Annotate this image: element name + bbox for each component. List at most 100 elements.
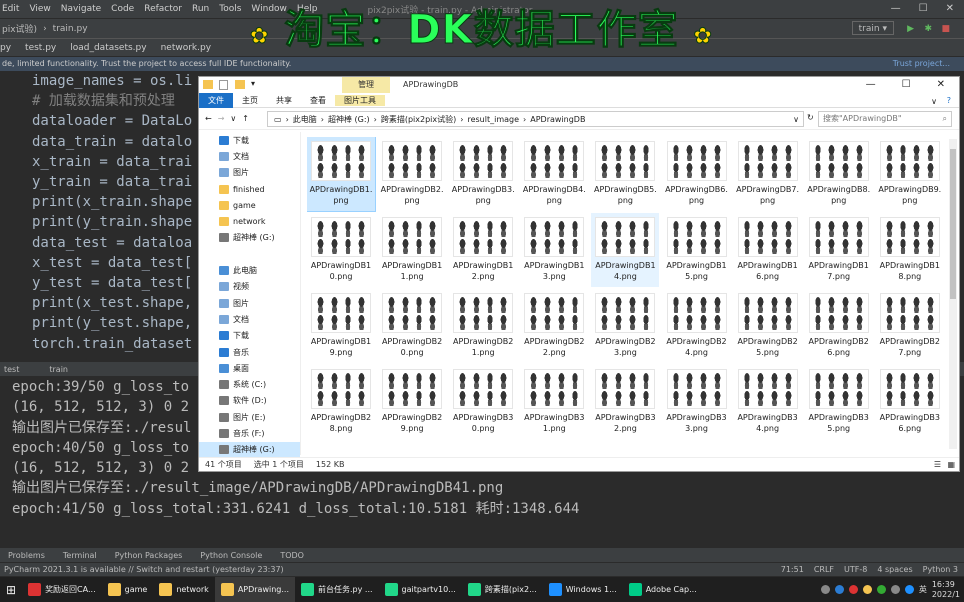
file-thumbnail[interactable]: APDrawingDB36.png: [876, 365, 944, 439]
ime-indicator[interactable]: 英: [919, 584, 927, 595]
close-icon[interactable]: ✕: [946, 0, 954, 18]
taskbar-app[interactable]: network: [153, 577, 215, 602]
file-thumbnail[interactable]: APDrawingDB3.png: [449, 137, 517, 211]
refresh-icon[interactable]: ↻: [807, 113, 814, 122]
ribbon-tab-file[interactable]: 文件: [199, 92, 233, 108]
tray-icon[interactable]: [890, 585, 900, 594]
menu-item-run[interactable]: Run: [192, 4, 209, 14]
file-thumbnail[interactable]: APDrawingDB8.png: [805, 137, 873, 211]
file-thumbnail[interactable]: APDrawingDB6.png: [663, 137, 731, 211]
tray-icon[interactable]: [876, 585, 886, 594]
file-thumbnail[interactable]: APDrawingDB9.png: [876, 137, 944, 211]
file-thumbnail[interactable]: APDrawingDB31.png: [520, 365, 588, 439]
tray-icon[interactable]: [848, 585, 858, 594]
run-tab-train[interactable]: train: [49, 365, 68, 374]
taskbar-app[interactable]: 跨素描(pix2...: [462, 577, 543, 602]
chevron-down-icon[interactable]: ∨: [931, 97, 937, 106]
menu-item-navigate[interactable]: Navigate: [61, 4, 101, 14]
address-crumb[interactable]: 此电脑: [293, 114, 317, 125]
file-thumbnail[interactable]: APDrawingDB21.png: [449, 289, 517, 363]
file-thumbnail[interactable]: APDrawingDB33.png: [663, 365, 731, 439]
nav-crumb-file[interactable]: train.py: [53, 24, 88, 34]
file-thumbnail[interactable]: APDrawingDB11.png: [378, 213, 446, 287]
nav-item[interactable]: 超神棒 (G:): [199, 230, 300, 246]
tray-icon[interactable]: [862, 585, 872, 594]
tool-window-problems[interactable]: Problems: [8, 551, 45, 560]
tool-window-terminal[interactable]: Terminal: [63, 551, 97, 560]
file-thumbnail[interactable]: APDrawingDB29.png: [378, 365, 446, 439]
nav-item[interactable]: [199, 246, 300, 262]
up-arrow-icon[interactable]: ↑: [242, 114, 249, 123]
nav-item[interactable]: finished: [199, 181, 300, 197]
taskbar-app[interactable]: 奖励返回CA...: [22, 577, 102, 602]
nav-item[interactable]: game: [199, 197, 300, 213]
file-thumbnail[interactable]: APDrawingDB23.png: [591, 289, 659, 363]
nav-item[interactable]: 此电脑: [199, 262, 300, 278]
file-thumbnail[interactable]: APDrawingDB19.png: [307, 289, 375, 363]
ribbon-tab-share[interactable]: 共享: [267, 95, 301, 106]
taskbar-app[interactable]: Adobe Cap...: [623, 577, 703, 602]
tab-file[interactable]: load_datasets.py: [70, 43, 146, 53]
properties-icon[interactable]: [219, 80, 228, 90]
taskbar-app[interactable]: game: [102, 577, 154, 602]
address-bar[interactable]: ▭ › 此电脑 › 超神棒 (G:) › 跨素描(pix2pix试验) › result_ima…: [267, 111, 804, 127]
taskbar-app[interactable]: APDrawing...: [214, 577, 296, 602]
nav-item[interactable]: 视频: [199, 279, 300, 295]
run-icon[interactable]: ▶: [907, 24, 914, 34]
taskbar-app[interactable]: gaitpartv10...: [379, 577, 462, 602]
file-thumbnail[interactable]: APDrawingDB34.png: [734, 365, 802, 439]
tool-window-python-packages[interactable]: Python Packages: [115, 551, 183, 560]
address-crumb[interactable]: 超神棒 (G:): [328, 114, 370, 125]
ribbon-tab-home[interactable]: 主页: [233, 95, 267, 106]
address-dropdown-icon[interactable]: ∨: [793, 115, 799, 124]
close-icon[interactable]: ✕: [937, 77, 945, 93]
status-widget[interactable]: CRLF: [814, 563, 834, 576]
nav-crumb-project[interactable]: pix试验): [2, 22, 37, 35]
nav-item[interactable]: 系统 (C:): [199, 376, 300, 392]
nav-item[interactable]: 音乐 (F:): [199, 425, 300, 441]
nav-item[interactable]: 音乐: [199, 344, 300, 360]
run-tab-test[interactable]: test: [4, 365, 19, 374]
chevron-right-icon[interactable]: ›: [460, 115, 463, 124]
new-folder-icon[interactable]: [235, 80, 245, 89]
address-crumb[interactable]: result_image: [467, 115, 519, 124]
file-thumbnail[interactable]: APDrawingDB5.png: [591, 137, 659, 211]
tool-window-python-console[interactable]: Python Console: [200, 551, 262, 560]
nav-item[interactable]: 图片 (E:): [199, 409, 300, 425]
nav-item[interactable]: 软件 (D:): [199, 393, 300, 409]
tool-window-todo[interactable]: TODO: [280, 551, 304, 560]
nav-item[interactable]: 桌面: [199, 360, 300, 376]
quick-access-dropdown-icon[interactable]: ▾: [251, 79, 255, 88]
file-thumbnail[interactable]: APDrawingDB4.png: [520, 137, 588, 211]
minimize-icon[interactable]: —: [891, 0, 901, 18]
status-widget[interactable]: Python 3: [923, 563, 958, 576]
trust-project-link[interactable]: Trust project...: [893, 57, 950, 71]
ribbon-tab-picture-tools[interactable]: 图片工具: [335, 94, 385, 106]
vertical-scrollbar[interactable]: [949, 139, 957, 449]
nav-item[interactable]: 图片: [199, 165, 300, 181]
file-thumbnail[interactable]: APDrawingDB35.png: [805, 365, 873, 439]
details-view-icon[interactable]: ☰: [934, 458, 941, 471]
forward-arrow-icon[interactable]: →: [218, 114, 225, 123]
file-thumbnail[interactable]: APDrawingDB10.png: [307, 213, 375, 287]
help-icon[interactable]: ?: [947, 96, 951, 105]
file-thumbnail[interactable]: APDrawingDB1.png: [307, 137, 376, 212]
tray-icon[interactable]: [904, 585, 914, 594]
nav-item[interactable]: 图片: [199, 295, 300, 311]
file-thumbnail[interactable]: APDrawingDB22.png: [520, 289, 588, 363]
chevron-right-icon[interactable]: ›: [286, 115, 289, 124]
nav-item[interactable]: network: [199, 213, 300, 229]
manage-context-tab[interactable]: 管理: [342, 77, 390, 93]
chevron-right-icon[interactable]: ›: [523, 115, 526, 124]
status-widget[interactable]: 4 spaces: [877, 563, 912, 576]
tray-icon[interactable]: [834, 585, 844, 594]
menu-item-tools[interactable]: Tools: [219, 4, 241, 14]
address-crumb[interactable]: 跨素描(pix2pix试验): [381, 114, 456, 125]
debug-icon[interactable]: ✱: [924, 24, 932, 34]
nav-item[interactable]: 下载: [199, 132, 300, 148]
scrollbar-thumb[interactable]: [950, 149, 956, 299]
tray-icon[interactable]: [820, 585, 830, 594]
chevron-right-icon[interactable]: ›: [321, 115, 324, 124]
file-thumbnail[interactable]: APDrawingDB12.png: [449, 213, 517, 287]
tab-file[interactable]: network.py: [161, 43, 211, 53]
